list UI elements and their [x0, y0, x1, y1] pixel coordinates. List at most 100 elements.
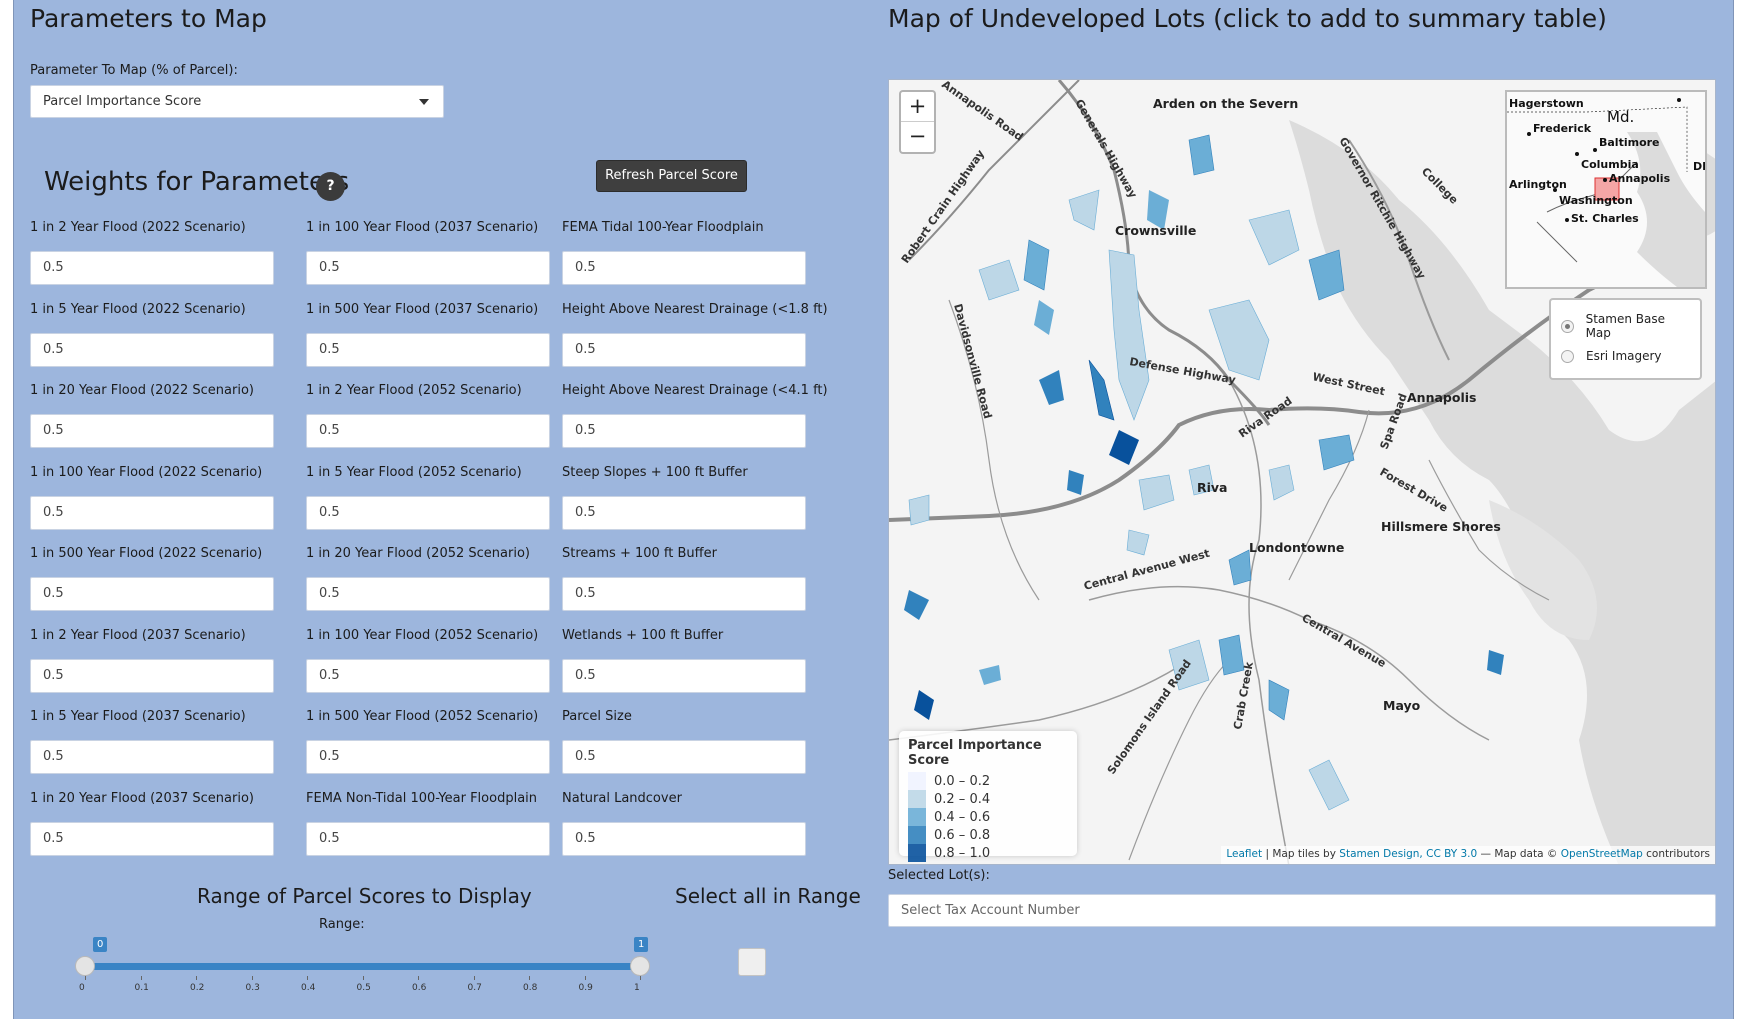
param-select[interactable]: Parcel Importance Score [30, 85, 444, 118]
range-max-bubble: 1 [634, 937, 649, 952]
weight-input[interactable]: 0.5 [30, 740, 274, 774]
range-max-handle[interactable] [630, 956, 650, 976]
minimap-label: Arlington [1509, 178, 1567, 191]
weight-input[interactable]: 0.5 [562, 821, 806, 856]
weight-input[interactable]: 0.5 [562, 740, 806, 774]
place-label: Crownsville [1115, 223, 1196, 238]
legend-row: 0.2 – 0.4 [908, 790, 1068, 808]
map-attribution: Leaflet | Map tiles by Stamen Design, CC… [1221, 846, 1715, 864]
weights-title: Weights for Parameters [44, 167, 350, 197]
weight-label: Parcel Size [562, 709, 632, 724]
weight-input[interactable]: 0.5 [306, 740, 550, 774]
road-label: College [1419, 165, 1461, 207]
road-label: Annapolis Road [939, 80, 1025, 144]
weight-input[interactable]: 0.5 [562, 251, 806, 285]
weight-input[interactable]: 0.5 [562, 658, 806, 693]
weight-label: FEMA Non-Tidal 100-Year Floodplain [306, 790, 538, 806]
weight-input[interactable]: 0.5 [30, 414, 274, 448]
stamen-link[interactable]: Stamen Design, CC BY 3.0 [1339, 848, 1477, 860]
layer-option-esri[interactable]: Esri Imagery [1561, 341, 1690, 371]
weight-label: 1 in 500 Year Flood (2037 Scenario) [306, 301, 539, 317]
weight-input[interactable]: 0.5 [562, 414, 806, 448]
weight-input[interactable]: 0.5 [30, 332, 274, 367]
select-all-checkbox[interactable] [738, 948, 766, 976]
place-label: Hillsmere Shores [1381, 519, 1501, 534]
road-label: Spa Road [1378, 392, 1410, 451]
range-slider-track[interactable] [84, 963, 638, 970]
range-tick-label: 0.4 [301, 983, 316, 993]
param-select-label: Parameter To Map (% of Parcel): [30, 63, 238, 78]
weight-input[interactable]: 0.5 [562, 495, 806, 530]
range-tick-label: 0.3 [245, 983, 260, 993]
legend-label: 0.8 – 1.0 [934, 845, 991, 861]
road-label: Forest Drive [1378, 465, 1450, 514]
radio-icon[interactable] [1561, 349, 1574, 363]
weight-label: 1 in 100 Year Flood (2037 Scenario) [306, 220, 539, 235]
place-label: Annapolis [1407, 390, 1476, 405]
layer-label: Esri Imagery [1586, 349, 1662, 363]
radio-icon[interactable] [1561, 319, 1574, 333]
weight-input[interactable]: 0.5 [30, 821, 274, 856]
place-label: Riva [1197, 480, 1228, 495]
map[interactable]: Arden on the Severn Crownsville Annapoli… [888, 79, 1716, 865]
minimap-label: DE [1693, 160, 1705, 173]
weight-input[interactable]: 0.5 [306, 414, 550, 448]
weight-label: 1 in 500 Year Flood (2052 Scenario) [306, 709, 539, 724]
weight-input[interactable]: 0.5 [306, 251, 550, 285]
map-legend: Parcel Importance Score 0.0 – 0.2 0.2 – 0… [899, 731, 1077, 862]
minimap-label: Frederick [1533, 122, 1592, 135]
osm-link[interactable]: OpenStreetMap [1561, 848, 1643, 860]
legend-label: 0.0 – 0.2 [934, 773, 991, 789]
legend-swatch [908, 772, 926, 790]
range-tick-label: 0.1 [134, 983, 149, 993]
param-select-value: Parcel Importance Score [43, 94, 202, 109]
legend-swatch [908, 790, 926, 808]
range-min-bubble: 0 [93, 937, 108, 952]
range-tick-mark [529, 976, 530, 980]
weight-label: 1 in 500 Year Flood (2022 Scenario) [30, 546, 263, 561]
weight-input[interactable]: 0.5 [30, 495, 274, 530]
weight-label: 1 in 2 Year Flood (2052 Scenario) [306, 383, 522, 398]
weight-label: Height Above Nearest Drainage (<1.8 ft) [562, 301, 828, 317]
weight-input[interactable]: 0.5 [30, 577, 274, 611]
weight-label: 1 in 2 Year Flood (2037 Scenario) [30, 627, 246, 643]
chevron-down-icon [419, 99, 429, 105]
legend-swatch [908, 808, 926, 826]
help-button[interactable]: ? [316, 172, 345, 201]
legend-title: Parcel Importance Score [908, 738, 1042, 768]
weight-input[interactable]: 0.5 [30, 251, 274, 285]
weight-input[interactable]: 0.5 [30, 658, 274, 693]
road [1228, 379, 1290, 864]
tax-account-select[interactable]: Select Tax Account Number [888, 894, 1716, 927]
weight-input[interactable]: 0.5 [306, 577, 550, 611]
layer-option-stamen[interactable]: Stamen Base Map [1561, 311, 1690, 341]
road-label: Central Avenue West [1082, 547, 1211, 593]
weight-input[interactable]: 0.5 [562, 332, 806, 367]
minimap[interactable]: Hagerstown Md. Frederick Baltimore Colum… [1505, 90, 1707, 289]
weight-label: 1 in 20 Year Flood (2022 Scenario) [30, 383, 254, 398]
weight-input[interactable]: 0.5 [306, 332, 550, 367]
weight-input[interactable]: 0.5 [562, 577, 806, 611]
refresh-parcel-score-button[interactable]: Refresh Parcel Score [596, 160, 747, 192]
weight-label: 1 in 5 Year Flood (2022 Scenario) [30, 301, 246, 317]
road-label: Generals Highway [1072, 97, 1139, 200]
range-label: Range: [319, 917, 365, 932]
selected-lots-label: Selected Lot(s): [888, 868, 990, 883]
weight-input[interactable]: 0.5 [306, 821, 550, 856]
weight-input[interactable]: 0.5 [306, 495, 550, 530]
range-tick-label: 1 [634, 983, 640, 993]
range-tick-label: 0.8 [523, 983, 538, 993]
zoom-out-button[interactable]: − [901, 122, 934, 152]
zoom-in-button[interactable]: + [901, 92, 934, 122]
weight-input[interactable]: 0.5 [306, 658, 550, 693]
map-title: Map of Undeveloped Lots (click to add to… [888, 4, 1607, 33]
leaflet-link[interactable]: Leaflet [1226, 848, 1262, 860]
range-min-handle[interactable] [75, 956, 95, 976]
minimap-label: Annapolis [1609, 172, 1671, 185]
weight-label: Wetlands + 100 ft Buffer [562, 627, 724, 643]
weight-label: 1 in 5 Year Flood (2052 Scenario) [306, 464, 522, 480]
parameters-title: Parameters to Map [30, 4, 267, 33]
weight-label: 1 in 100 Year Flood (2022 Scenario) [30, 464, 263, 480]
range-tick-mark [640, 976, 641, 980]
zoom-control: + − [899, 90, 936, 154]
